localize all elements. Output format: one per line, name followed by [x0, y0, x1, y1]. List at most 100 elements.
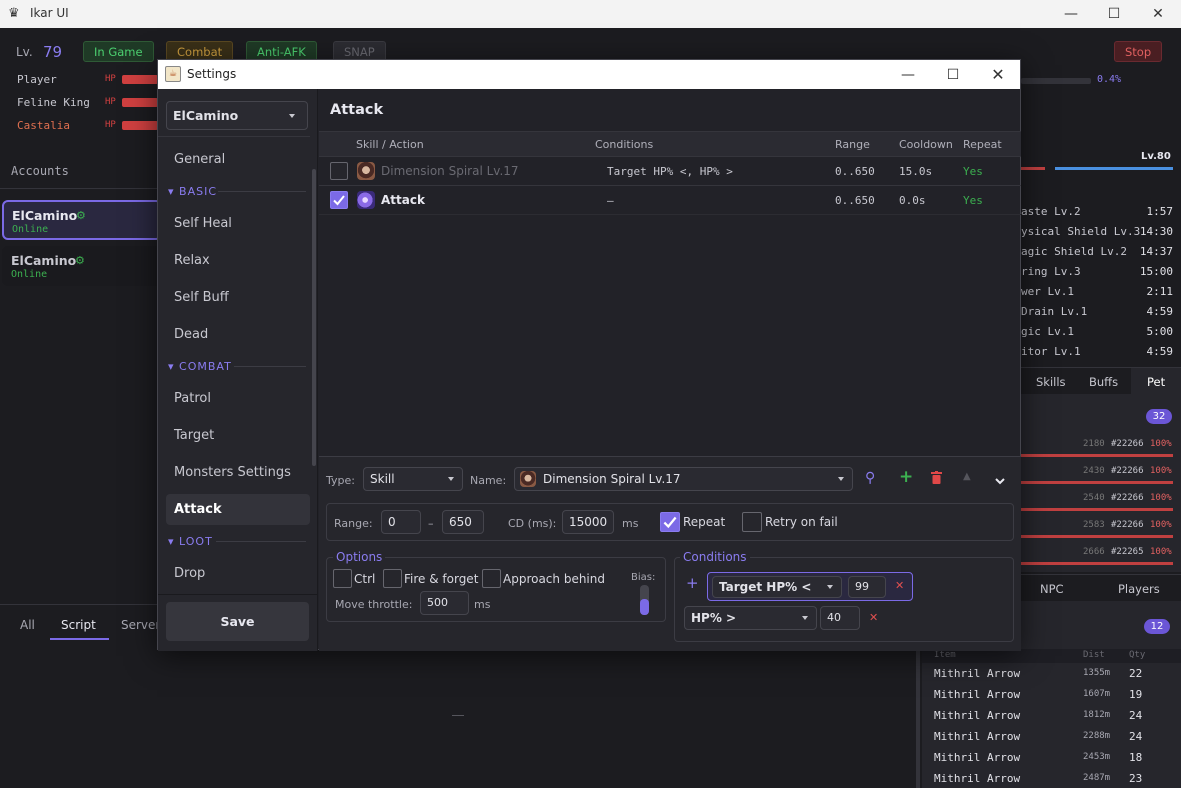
account-select[interactable]: ElCamino [166, 101, 308, 130]
search-icon[interactable]: ⚲ [865, 470, 875, 486]
maximize-icon[interactable]: ☐ [1091, 0, 1137, 28]
row-range: 0..650 [835, 194, 875, 207]
nav-drop[interactable]: Drop [166, 558, 310, 589]
tab-script[interactable]: Script [61, 618, 96, 632]
target-level: Lv.80 [1141, 151, 1171, 162]
nav-target[interactable]: Target [166, 420, 310, 451]
range-max-input[interactable]: 650 [442, 510, 484, 534]
row-conditions: — [607, 194, 614, 207]
level-label: Lv. [16, 45, 33, 59]
pet-num: 2540 [1083, 493, 1105, 503]
hp-bar [122, 75, 158, 84]
nav-patrol[interactable]: Patrol [166, 383, 310, 414]
chevron-down-icon[interactable] [995, 474, 1005, 488]
dialog-maximize-icon[interactable]: ☐ [930, 60, 976, 89]
party-name: Player [17, 73, 57, 86]
row-skill-name: Attack [381, 193, 425, 207]
move-up-icon[interactable]: ▲ [963, 471, 971, 482]
account-name: ElCamino [12, 208, 78, 223]
pet-pct: 100% [1150, 547, 1172, 557]
throttle-input[interactable]: 500 [420, 591, 469, 615]
progress-percent: 0.4% [1097, 74, 1122, 85]
add-icon[interactable]: + [899, 467, 913, 487]
nav-relax[interactable]: Relax [166, 245, 310, 276]
approach-behind-checkbox[interactable] [482, 569, 501, 588]
bias-slider-fill [640, 599, 649, 615]
pet-pct: 100% [1150, 520, 1172, 530]
close-icon[interactable]: ✕ [1135, 0, 1181, 28]
tab-npc[interactable]: NPC [1040, 582, 1064, 596]
drop-qty: 19 [1129, 688, 1143, 701]
app-title: Ikar UI [30, 6, 69, 20]
cd-unit: ms [622, 517, 639, 530]
throttle-unit: ms [474, 598, 491, 611]
dialog-close-icon[interactable]: ✕ [975, 60, 1021, 89]
remove-condition-icon[interactable]: ✕ [895, 579, 904, 592]
row-enable-checkbox[interactable] [330, 162, 348, 180]
pet-count-badge: 32 [1146, 409, 1172, 424]
tab-players[interactable]: Players [1118, 582, 1160, 596]
condition-select[interactable]: HP% > [684, 606, 817, 630]
remove-condition-icon[interactable]: ✕ [869, 611, 878, 624]
drop-qty: 24 [1129, 709, 1143, 722]
drop-dist: 1607m [1083, 689, 1111, 699]
condition-value-input[interactable]: 40 [820, 606, 860, 630]
java-icon: ☕ [165, 66, 181, 82]
bias-slider[interactable] [640, 585, 649, 615]
minimize-icon[interactable]: — [1048, 0, 1094, 28]
ctrl-checkbox[interactable] [333, 569, 352, 588]
nav-general[interactable]: General [166, 144, 310, 175]
table-row[interactable]: Attack — 0..650 0.0s Yes [319, 186, 1021, 215]
drop-item: Mithril Arrow [934, 751, 1021, 764]
col-range: Range [835, 138, 870, 151]
row-enable-checkbox[interactable] [330, 191, 348, 209]
range-min-input[interactable]: 0 [381, 510, 421, 534]
tab-all[interactable]: All [20, 618, 35, 632]
nav-attack[interactable]: Attack [166, 494, 310, 525]
bias-label: Bias: [631, 572, 656, 583]
tab-skills[interactable]: Skills [1036, 375, 1066, 389]
tab-buffs[interactable]: Buffs [1089, 375, 1118, 389]
repeat-label: Repeat [683, 515, 726, 529]
row-skill-name: Dimension Spiral Lv.17 [381, 164, 519, 178]
account-card[interactable]: ElCamino ⚙ Online [2, 200, 162, 240]
drop-qty: 24 [1129, 730, 1143, 743]
nav-monsters-settings[interactable]: Monsters Settings [166, 457, 310, 488]
nav-self-heal[interactable]: Self Heal [166, 208, 310, 239]
skill-name-select[interactable]: Dimension Spiral Lv.17 [514, 467, 853, 491]
nav-dead[interactable]: Dead [166, 319, 310, 350]
drop-qty: 18 [1129, 751, 1143, 764]
pet-hp-bar [1021, 535, 1173, 538]
account-status: Online [12, 224, 49, 235]
gear-icon: ⚙ [75, 254, 85, 267]
nav-scrollbar[interactable] [312, 169, 316, 466]
row-range: 0..650 [835, 165, 875, 178]
account-card[interactable]: ElCamino ⚙ Online [2, 246, 162, 286]
buff-row: ysical Shield Lv.3 14:30 [1021, 225, 1173, 238]
condition-value-input[interactable]: 99 [848, 576, 886, 598]
retry-checkbox[interactable] [742, 512, 762, 532]
repeat-checkbox[interactable] [660, 512, 680, 532]
retry-label: Retry on fail [765, 515, 838, 529]
save-button[interactable]: Save [166, 602, 309, 641]
type-select[interactable]: Skill [363, 467, 463, 491]
condition-select[interactable]: Target HP% < [712, 576, 842, 598]
fire-forget-checkbox[interactable] [383, 569, 402, 588]
tab-pet[interactable]: Pet [1147, 375, 1165, 389]
table-row[interactable]: Dimension Spiral Lv.17 Target HP% <, HP%… [319, 157, 1021, 186]
drop-item: Mithril Arrow [934, 730, 1021, 743]
party-name: Castalia [17, 119, 70, 132]
stop-button[interactable]: Stop [1114, 41, 1163, 62]
pet-pct: 100% [1150, 493, 1172, 503]
pet-num: 2430 [1083, 466, 1105, 476]
nav-self-buff[interactable]: Self Buff [166, 282, 310, 313]
range-separator: – [428, 517, 434, 530]
skill-icon [357, 162, 375, 180]
add-condition-icon[interactable]: + [686, 574, 699, 592]
trash-icon[interactable] [931, 471, 942, 484]
tab-server[interactable]: Server [121, 618, 160, 632]
col-skill: Skill / Action [356, 138, 424, 151]
pet-id: #22266 [1111, 493, 1144, 503]
cd-input[interactable]: 15000 [562, 510, 614, 534]
dialog-minimize-icon[interactable]: — [885, 60, 931, 89]
